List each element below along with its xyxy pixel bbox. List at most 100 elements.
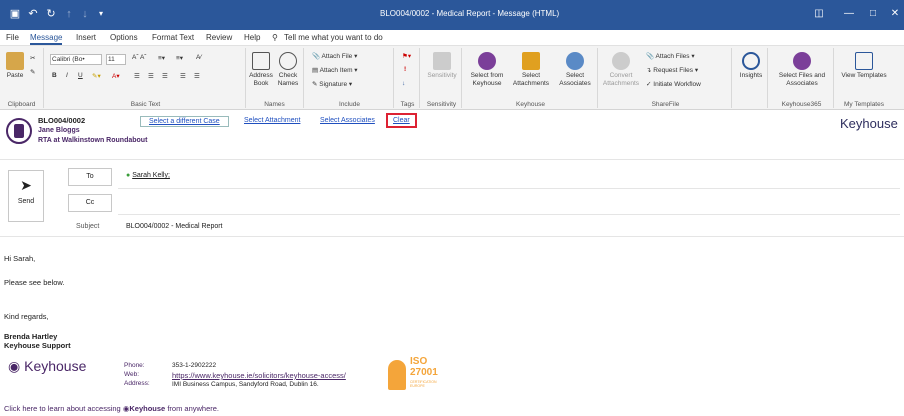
select-attachments-button[interactable]: Select Attachments: [510, 52, 552, 88]
send-button[interactable]: ➤ Send: [8, 170, 44, 222]
sensitivity-button[interactable]: Sensitivity: [424, 52, 460, 80]
menu-message[interactable]: Message: [30, 33, 63, 45]
select-from-keyhouse-button[interactable]: Select from Keyhouse: [466, 52, 508, 88]
tell-me-search[interactable]: Tell me what you want to do: [284, 33, 383, 42]
grow-font-icon[interactable]: Aˆ Aˇ: [132, 54, 146, 61]
clear-link[interactable]: Clear: [386, 113, 417, 128]
initiate-workflow-label: Initiate Workflow: [653, 81, 701, 88]
font-name-select[interactable]: Calibri (Bo•: [50, 54, 102, 65]
select-associates-link[interactable]: Select Associates: [320, 117, 375, 124]
keyhouse-seal-logo: [6, 118, 32, 144]
basic-text-group: Calibri (Bo• 11 Aˆ Aˇ ≡▾ ≡▾ A⁄ B I U ✎▾ …: [46, 48, 246, 108]
menu-insert[interactable]: Insert: [76, 33, 96, 42]
initiate-workflow-button[interactable]: ✓ Initiate Workflow: [646, 80, 701, 88]
attach-file-button[interactable]: 📎 Attach File ▾: [312, 52, 357, 60]
include-group: 📎 Attach File ▾ ▤ Attach Item ▾ ✎ Signat…: [306, 48, 394, 108]
menu-help[interactable]: Help: [244, 33, 260, 42]
footer-post: from anywhere.: [167, 404, 220, 413]
view-templates-button[interactable]: View Templates: [840, 52, 888, 80]
to-recipient[interactable]: Sarah Kelly;: [132, 172, 170, 179]
down-arrow-icon[interactable]: ↓: [78, 7, 92, 21]
follow-up-flag-icon[interactable]: ⚑▾: [402, 52, 411, 60]
attach-files-label: Attach Files: [655, 53, 690, 60]
up-arrow-icon[interactable]: ↑: [62, 7, 76, 21]
select-from-keyhouse-label: Select from Keyhouse: [470, 72, 504, 87]
to-divider: [118, 188, 900, 189]
highlight-icon[interactable]: ✎▾: [92, 72, 101, 80]
close-icon[interactable]: ✕: [884, 6, 904, 22]
to-field[interactable]: ● Sarah Kelly;: [126, 172, 170, 179]
menu-file[interactable]: File: [6, 33, 19, 42]
redo-icon[interactable]: ↻: [44, 7, 58, 21]
attach-item-button[interactable]: ▤ Attach Item ▾: [312, 66, 358, 74]
attach-files-button[interactable]: 📎 Attach Files ▾: [646, 52, 695, 60]
keyhouse365-group: Select Files and Associates Keyhouse365: [770, 48, 834, 108]
menu-format-text[interactable]: Format Text: [152, 33, 194, 42]
menu-review[interactable]: Review: [206, 33, 232, 42]
save-icon[interactable]: ▣: [8, 7, 22, 21]
format-painter-icon[interactable]: ✎: [30, 68, 35, 76]
font-size-select[interactable]: 11: [106, 54, 126, 65]
keyhouse-brand: Keyhouse: [840, 116, 898, 131]
iso-sub: CERTIFICATION EUROPE: [410, 380, 437, 388]
lightbulb-icon: ⚲: [272, 33, 278, 42]
footer-link[interactable]: Click here to learn about accessing ◉Key…: [4, 404, 219, 413]
insights-button[interactable]: Insights: [736, 52, 766, 80]
align-left-icon[interactable]: ☰: [134, 72, 140, 80]
menu-options[interactable]: Options: [110, 33, 138, 42]
request-files-icon: ↴: [646, 67, 652, 74]
cut-icon[interactable]: ✂: [30, 54, 35, 62]
presence-icon: ●: [126, 172, 131, 179]
paste-button[interactable]: Paste: [4, 52, 26, 80]
clear-formatting-icon[interactable]: A⁄: [196, 54, 201, 61]
bold-icon[interactable]: B: [52, 72, 57, 79]
subject-field[interactable]: BLO004/0002 - Medical Report: [126, 223, 223, 230]
sharefile-label: ShareFile: [651, 101, 680, 108]
closing: Kind regards,: [4, 312, 49, 321]
menu-bar: File Message Insert Options Format Text …: [0, 30, 904, 46]
to-button[interactable]: To: [68, 168, 112, 186]
phone-label: Phone:: [124, 362, 145, 369]
select-associates-ribbon-button[interactable]: Select Associates: [554, 52, 596, 88]
select-attachment-link[interactable]: Select Attachment: [244, 117, 300, 124]
cc-field[interactable]: [126, 196, 886, 210]
maximize-icon[interactable]: □: [862, 6, 884, 22]
customize-quick-access-icon[interactable]: ▾: [94, 7, 108, 21]
names-group: Address Book Check Names Names: [246, 48, 304, 108]
indent-icon[interactable]: ☰: [180, 72, 186, 80]
low-importance-icon[interactable]: ↓: [402, 80, 405, 87]
numbering-icon[interactable]: ≡▾: [176, 54, 183, 62]
clipboard-group: Paste ✂ ✎ Clipboard: [0, 48, 44, 108]
templates-icon: [855, 52, 873, 70]
font-color-icon[interactable]: A▾: [112, 72, 120, 80]
check-names-label: Check Names: [277, 72, 299, 87]
minimize-icon[interactable]: —: [838, 6, 860, 22]
request-files-button[interactable]: ↴ Request Files ▾: [646, 66, 698, 74]
sender-org: Keyhouse Support: [4, 341, 71, 350]
high-importance-icon[interactable]: !: [404, 66, 406, 73]
italic-icon[interactable]: I: [66, 72, 68, 79]
case-client: Jane Bloggs: [38, 127, 80, 134]
outdent-icon[interactable]: ☰: [194, 72, 200, 80]
send-icon: ➤: [20, 177, 32, 193]
align-right-icon[interactable]: ☰: [162, 72, 168, 80]
ribbon-display-icon[interactable]: ◫: [808, 6, 830, 22]
align-center-icon[interactable]: ☰: [148, 72, 154, 80]
undo-icon[interactable]: ↶: [26, 7, 40, 21]
convert-attachments-button[interactable]: Convert Attachments: [602, 52, 640, 88]
cc-button[interactable]: Cc: [68, 194, 112, 212]
attach-item-label: Attach Item: [319, 67, 353, 74]
check-names-button[interactable]: Check Names: [275, 52, 301, 88]
message-body[interactable]: Hi Sarah, Please see below. Kind regards…: [0, 240, 904, 416]
select-files-and-associates-button[interactable]: Select Files and Associates: [772, 52, 832, 88]
bullets-icon[interactable]: ≡▾: [158, 54, 165, 62]
signature-brand: Keyhouse: [24, 358, 87, 374]
select-different-case-link[interactable]: Select a different Case: [140, 116, 229, 127]
iso-text: ISO: [410, 356, 428, 367]
address-book-button[interactable]: Address Book: [248, 52, 274, 88]
insights-icon: [742, 52, 760, 70]
sensitivity-label: Sensitivity: [426, 101, 457, 108]
web-link[interactable]: https://www.keyhouse.ie/solicitors/keyho…: [172, 371, 346, 380]
underline-icon[interactable]: U: [78, 72, 83, 79]
signature-button[interactable]: ✎ Signature ▾: [312, 80, 352, 88]
